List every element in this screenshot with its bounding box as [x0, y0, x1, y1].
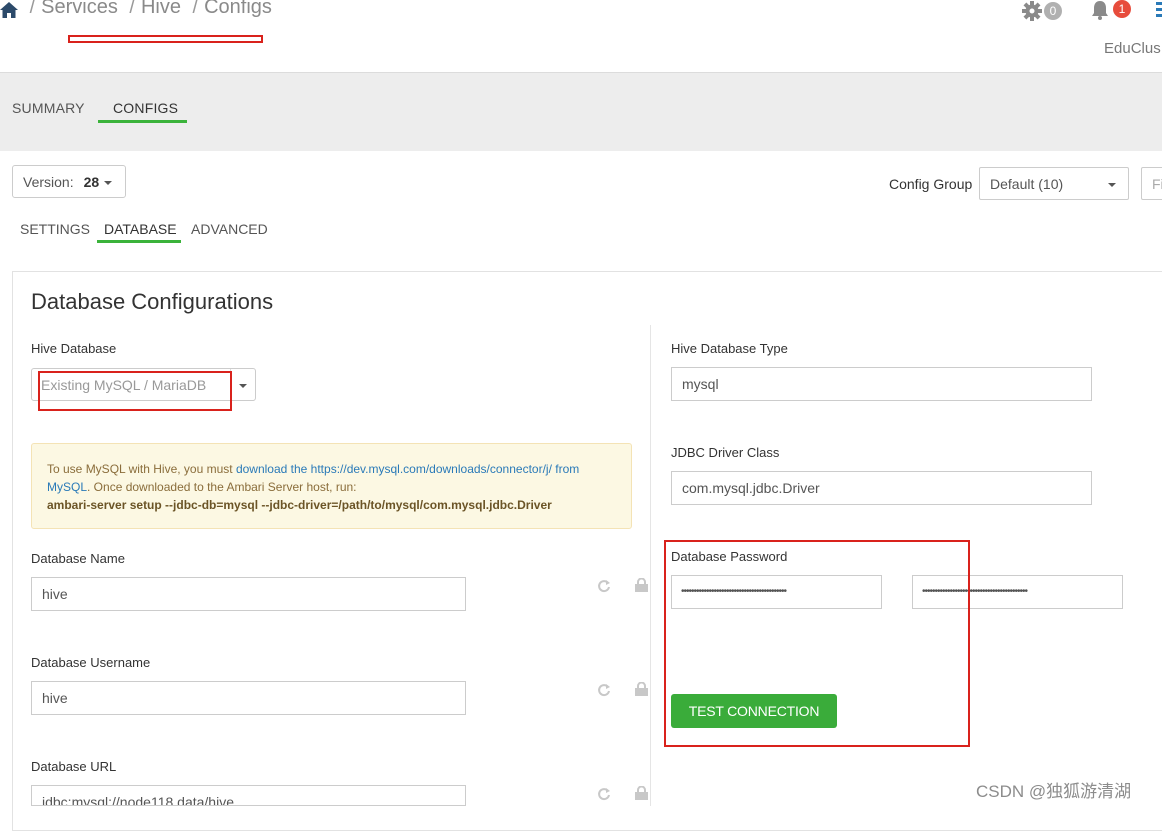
tab-advanced[interactable]: ADVANCED	[191, 221, 268, 237]
highlight-box-top	[68, 35, 263, 43]
hive-database-type-input[interactable]: mysql	[671, 367, 1092, 401]
database-username-input[interactable]: hive	[31, 681, 466, 715]
caret-down-icon	[104, 181, 113, 186]
hive-database-label: Hive Database	[31, 341, 117, 356]
breadcrumb-services[interactable]: Services	[41, 0, 118, 18]
config-group-select[interactable]: Default (10)	[979, 167, 1129, 200]
database-name-input[interactable]: hive	[31, 577, 466, 611]
database-url-label: Database URL	[31, 759, 117, 774]
tab-database-underline	[97, 240, 181, 243]
database-username-label: Database Username	[31, 655, 151, 670]
config-group-label: Config Group	[889, 176, 973, 192]
breadcrumb-hive[interactable]: Hive	[141, 0, 181, 18]
gear-icon[interactable]	[1022, 1, 1042, 21]
user-name[interactable]: EduClus	[1104, 40, 1161, 57]
alert-text-2: . Once downloaded to the Ambari Server h…	[87, 480, 357, 494]
breadcrumb-configs: Configs	[204, 0, 272, 18]
caret-down-icon	[1108, 183, 1116, 187]
tab-summary[interactable]: SUMMARY	[12, 100, 85, 116]
filter-input[interactable]: Fi	[1141, 167, 1162, 200]
caret-down-icon	[239, 384, 247, 388]
watermark: CSDN @独狐游清湖	[976, 782, 1132, 801]
highlight-box-password	[664, 540, 970, 747]
column-divider	[650, 325, 651, 806]
alert-text-1: To use MySQL with Hive, you must	[47, 462, 236, 476]
refresh-icon[interactable]	[597, 579, 611, 593]
tab-database[interactable]: DATABASE	[104, 221, 177, 237]
lock-icon[interactable]	[635, 786, 648, 800]
refresh-icon[interactable]	[597, 787, 611, 801]
database-url-input[interactable]: jdbc:mysql://node118.data/hive	[31, 785, 466, 806]
refresh-icon[interactable]	[597, 683, 611, 697]
tab-configs-underline	[98, 120, 187, 123]
config-group-value: Default (10)	[990, 176, 1064, 192]
version-value: 28	[83, 174, 100, 190]
config-panel	[12, 271, 1162, 831]
highlight-box-hive-database	[38, 371, 232, 411]
bell-icon[interactable]	[1090, 0, 1110, 20]
hive-database-type-label: Hive Database Type	[671, 341, 788, 356]
menu-icon[interactable]	[1156, 2, 1162, 18]
jdbc-driver-class-label: JDBC Driver Class	[671, 445, 780, 460]
settings-count-badge: 0	[1044, 2, 1062, 20]
lock-icon[interactable]	[635, 578, 648, 592]
mysql-info-alert: To use MySQL with Hive, you must downloa…	[31, 443, 632, 529]
section-title: Database Configurations	[31, 289, 274, 314]
database-name-label: Database Name	[31, 551, 125, 566]
breadcrumb: / Services / Hive / Configs	[0, 0, 272, 19]
tab-settings[interactable]: SETTINGS	[20, 221, 90, 237]
home-icon[interactable]	[0, 2, 18, 18]
tab-configs[interactable]: CONFIGS	[113, 100, 178, 116]
jdbc-driver-class-input[interactable]: com.mysql.jdbc.Driver	[671, 471, 1092, 505]
alert-command: ambari-server setup --jdbc-db=mysql --jd…	[47, 498, 552, 512]
version-label: Version:	[23, 174, 74, 190]
alerts-count-badge: 1	[1113, 0, 1131, 18]
version-dropdown[interactable]: Version: 28	[12, 165, 126, 198]
lock-icon[interactable]	[635, 682, 648, 696]
